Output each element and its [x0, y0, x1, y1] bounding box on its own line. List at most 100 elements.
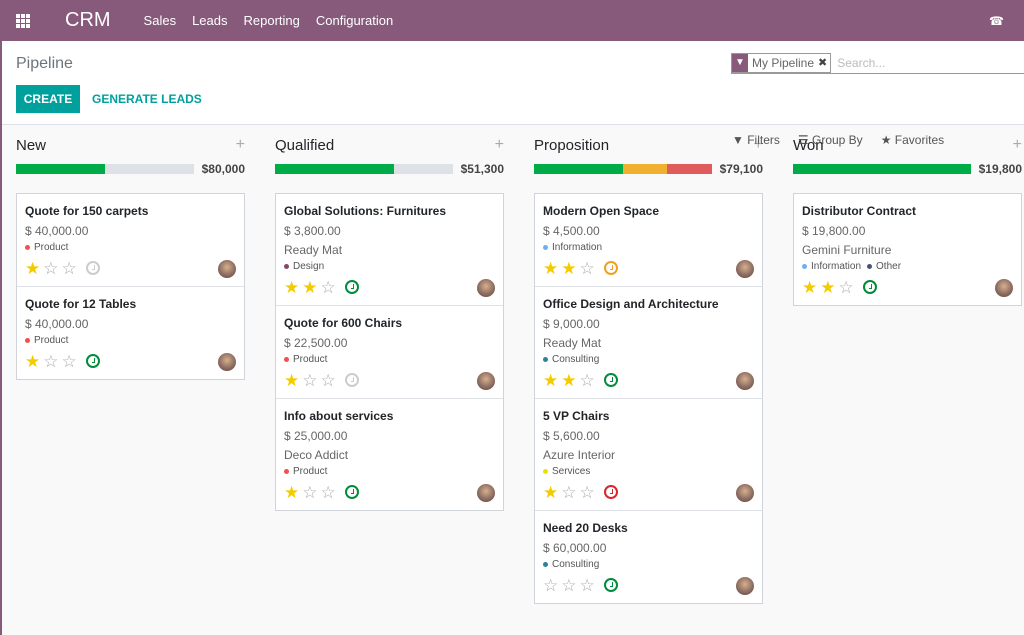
progress-segment[interactable] — [534, 164, 623, 174]
remove-facet-icon[interactable]: ✖ — [818, 56, 830, 69]
quick-create-icon[interactable]: + — [236, 136, 245, 154]
tag-color-dot — [284, 469, 289, 474]
priority-star-icon[interactable]: ☆ — [321, 372, 336, 389]
menu-sales[interactable]: Sales — [144, 13, 177, 28]
kanban-card[interactable]: Global Solutions: Furnitures $ 3,800.00 Re… — [276, 194, 503, 306]
priority-star-icon[interactable]: ★ — [25, 353, 40, 370]
column-total: $80,000 — [201, 162, 245, 176]
activity-clock-icon[interactable] — [862, 280, 877, 294]
card-partner: Deco Addict — [284, 448, 349, 462]
progress-segment[interactable] — [275, 164, 394, 174]
activity-clock-icon[interactable] — [344, 373, 359, 387]
tag-color-dot — [284, 264, 289, 269]
priority-star-icon[interactable]: ★ — [820, 279, 835, 296]
priority-star-icon[interactable]: ★ — [284, 372, 299, 389]
priority-star-icon[interactable]: ★ — [561, 260, 576, 277]
progress-segment[interactable] — [622, 164, 668, 174]
progress-bar[interactable] — [16, 164, 194, 174]
kanban-card[interactable]: Distributor Contract $ 19,800.00 Gemini Fu… — [794, 194, 1021, 305]
kanban-card[interactable]: 5 VP Chairs $ 5,600.00 Azure Interior Servi… — [535, 399, 762, 511]
activity-clock-icon[interactable] — [85, 354, 100, 368]
card-partner: Gemini Furniture — [802, 243, 892, 257]
progress-segment[interactable] — [793, 164, 971, 174]
priority-star-icon[interactable]: ☆ — [543, 577, 558, 594]
kanban-card[interactable]: Quote for 12 Tables $ 40,000.00 Product ★ ☆ ☆ — [17, 287, 244, 379]
activity-clock-icon[interactable] — [603, 261, 618, 275]
priority-star-icon[interactable]: ☆ — [43, 260, 58, 277]
priority-star-icon[interactable]: ★ — [302, 279, 317, 296]
avatar — [218, 353, 236, 371]
menu-leads[interactable]: Leads — [192, 13, 227, 28]
phone-icon[interactable]: ☎ — [989, 14, 1004, 28]
favorites-button[interactable]: ★ Favorites — [881, 133, 944, 147]
column-total: $51,300 — [460, 162, 504, 176]
priority-star-icon[interactable]: ★ — [284, 484, 299, 501]
priority-star-icon[interactable]: ☆ — [580, 372, 595, 389]
activity-clock-icon[interactable] — [603, 373, 618, 387]
priority-star-icon[interactable]: ☆ — [321, 484, 336, 501]
kanban-card[interactable]: Modern Open Space $ 4,500.00 Information ★ ★… — [535, 194, 762, 287]
tag-label: Product — [34, 242, 69, 253]
search-input[interactable]: Search... — [837, 56, 885, 70]
apps-grid-icon[interactable] — [16, 13, 42, 28]
search-options: ▼ Filters ☰ Group By ★ Favorites — [732, 133, 944, 147]
card-footer: ★ ★ ☆ — [543, 258, 754, 278]
avatar — [736, 260, 754, 278]
kanban-card[interactable]: Quote for 150 carpets $ 40,000.00 Product ★… — [17, 194, 244, 287]
priority-star-icon[interactable]: ☆ — [580, 484, 595, 501]
kanban-card[interactable]: Quote for 600 Chairs $ 22,500.00 Product ★ ☆… — [276, 306, 503, 399]
priority-star-icon[interactable]: ★ — [25, 260, 40, 277]
kanban-card[interactable]: Info about services $ 25,000.00 Deco Addic… — [276, 399, 503, 510]
priority-star-icon[interactable]: ☆ — [302, 484, 317, 501]
activity-clock-icon[interactable] — [85, 261, 100, 275]
search-facet: ▼ My Pipeline ✖ — [731, 52, 832, 73]
priority-star-icon[interactable]: ★ — [543, 484, 558, 501]
tag-color-dot — [867, 264, 873, 269]
activity-clock-icon[interactable] — [344, 485, 359, 499]
priority-star-icon[interactable]: ☆ — [580, 260, 595, 277]
priority-star-icon[interactable]: ☆ — [43, 353, 58, 370]
quick-create-icon[interactable]: + — [495, 136, 504, 154]
progress-segment[interactable] — [667, 164, 712, 174]
priority-star-icon[interactable]: ★ — [561, 372, 576, 389]
kanban-card[interactable]: Office Design and Architecture $ 9,000.00… — [535, 287, 762, 399]
card-partner: Ready Mat — [284, 243, 343, 257]
priority-star-icon[interactable]: ☆ — [62, 353, 77, 370]
kanban-card[interactable]: Need 20 Desks $ 60,000.00 Consulting ☆ ☆ ☆ — [535, 511, 762, 603]
progress-bar[interactable] — [275, 164, 453, 174]
priority-star-icon[interactable]: ★ — [543, 260, 558, 277]
priority-star-icon[interactable]: ☆ — [561, 484, 576, 501]
priority-star-icon[interactable]: ☆ — [561, 577, 576, 594]
avatar — [736, 372, 754, 390]
priority-star-icon[interactable]: ☆ — [839, 279, 854, 296]
progress-bar[interactable] — [534, 164, 712, 174]
create-button[interactable]: CREATE — [16, 85, 80, 113]
column-total: $79,100 — [719, 162, 763, 176]
menu-reporting[interactable]: Reporting — [244, 13, 300, 28]
avatar — [477, 279, 495, 297]
card-footer: ☆ ☆ ☆ — [543, 575, 754, 595]
priority-star-icon[interactable]: ★ — [284, 279, 299, 296]
quick-create-icon[interactable]: + — [1013, 136, 1022, 154]
groupby-button[interactable]: ☰ Group By — [798, 133, 863, 147]
card-amount: $ 3,800.00 — [284, 224, 341, 238]
card-amount: $ 4,500.00 — [543, 224, 600, 238]
generate-leads-button[interactable]: GENERATE LEADS — [92, 92, 202, 106]
priority-star-icon[interactable]: ☆ — [580, 577, 595, 594]
activity-clock-icon[interactable] — [603, 485, 618, 499]
app-name[interactable]: CRM — [65, 9, 111, 32]
priority-star-icon[interactable]: ☆ — [302, 372, 317, 389]
filters-button[interactable]: ▼ Filters — [732, 133, 780, 147]
card-footer: ★ ★ ☆ — [284, 277, 495, 297]
priority-star-icon[interactable]: ☆ — [321, 279, 336, 296]
card-tags: Consulting — [543, 354, 754, 365]
card-tags: Design — [284, 261, 495, 272]
progress-segment[interactable] — [16, 164, 105, 174]
priority-star-icon[interactable]: ☆ — [62, 260, 77, 277]
activity-clock-icon[interactable] — [344, 280, 359, 294]
priority-star-icon[interactable]: ★ — [543, 372, 558, 389]
menu-configuration[interactable]: Configuration — [316, 13, 393, 28]
activity-clock-icon[interactable] — [603, 578, 618, 592]
progress-bar[interactable] — [793, 164, 971, 174]
priority-star-icon[interactable]: ★ — [802, 279, 817, 296]
